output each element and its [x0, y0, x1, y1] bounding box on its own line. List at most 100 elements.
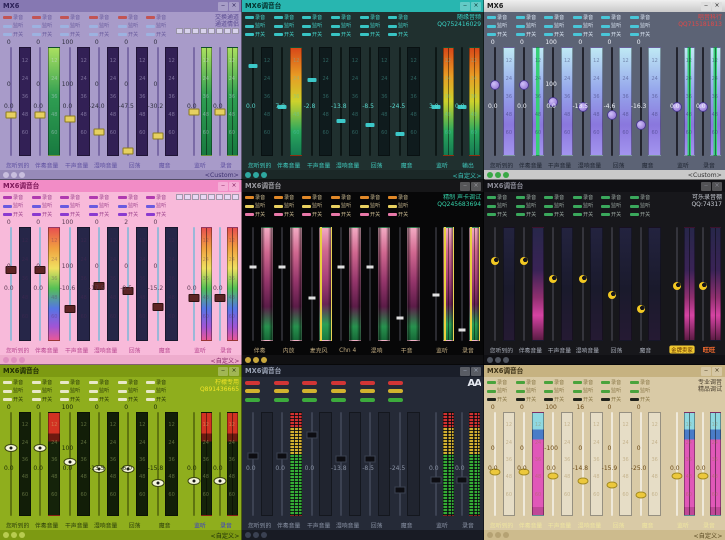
record-toggle[interactable] [146, 381, 155, 384]
power-toggle[interactable] [274, 398, 289, 402]
power-toggle[interactable] [573, 213, 582, 216]
record-toggle[interactable] [388, 16, 397, 19]
fader-track[interactable] [39, 47, 41, 156]
power-toggle[interactable] [60, 398, 69, 401]
power-toggle[interactable] [601, 398, 610, 401]
fader-handle[interactable] [214, 477, 227, 485]
fader-handle[interactable] [151, 479, 164, 487]
channel-matrix-button[interactable] [200, 194, 207, 200]
record-toggle[interactable] [573, 381, 582, 384]
power-toggle[interactable] [388, 213, 397, 216]
fader-track[interactable] [340, 227, 342, 341]
power-toggle[interactable] [544, 213, 553, 216]
status-button[interactable] [245, 172, 251, 178]
monitor-toggle[interactable] [544, 390, 553, 393]
monitor-toggle[interactable] [388, 205, 397, 208]
fader-handle[interactable] [457, 476, 468, 483]
monitor-toggle[interactable] [516, 205, 525, 208]
fader-track[interactable] [281, 412, 283, 516]
power-toggle[interactable] [302, 213, 311, 216]
channel-matrix-button[interactable] [224, 194, 231, 200]
power-toggle[interactable] [118, 33, 127, 36]
monitor-toggle[interactable] [245, 25, 254, 28]
record-toggle[interactable] [331, 381, 346, 385]
monitor-toggle[interactable] [60, 25, 69, 28]
fader-handle[interactable] [215, 294, 226, 302]
power-toggle[interactable] [516, 33, 525, 36]
power-toggle[interactable] [516, 398, 525, 401]
status-button[interactable] [261, 532, 267, 538]
record-toggle[interactable] [388, 381, 403, 385]
fader-track[interactable] [676, 227, 678, 341]
record-toggle[interactable] [32, 196, 41, 199]
fader-track[interactable] [340, 412, 342, 516]
monitor-toggle[interactable] [32, 205, 41, 208]
record-toggle[interactable] [487, 16, 496, 19]
record-toggle[interactable] [3, 196, 12, 199]
fader-track[interactable] [523, 227, 525, 341]
channel-matrix-button[interactable] [184, 28, 191, 34]
record-toggle[interactable] [118, 196, 127, 199]
fader-track[interactable] [219, 412, 221, 516]
fader-track[interactable] [399, 412, 401, 516]
monitor-toggle[interactable] [60, 205, 69, 208]
monitor-toggle[interactable] [118, 25, 127, 28]
fader-track[interactable] [640, 412, 642, 516]
fader-track[interactable] [399, 227, 401, 341]
status-button[interactable] [11, 357, 17, 363]
power-toggle[interactable] [544, 33, 553, 36]
status-button[interactable] [3, 172, 9, 178]
minimize-button[interactable]: ‒ [701, 2, 711, 11]
record-toggle[interactable] [331, 196, 340, 199]
record-toggle[interactable] [487, 381, 496, 384]
monitor-toggle[interactable] [360, 205, 369, 208]
fader-handle[interactable] [577, 477, 588, 484]
fader-handle[interactable] [337, 119, 346, 123]
monitor-toggle[interactable] [487, 205, 496, 208]
record-toggle[interactable] [118, 16, 127, 19]
channel-matrix-button[interactable] [176, 194, 183, 200]
fader-handle[interactable] [279, 265, 286, 268]
power-toggle[interactable] [89, 213, 98, 216]
monitor-toggle[interactable] [601, 25, 610, 28]
fader-track[interactable] [369, 47, 371, 156]
record-toggle[interactable] [360, 381, 375, 385]
channel-matrix-button[interactable] [208, 194, 215, 200]
power-toggle[interactable] [630, 213, 639, 216]
fader-handle[interactable] [635, 492, 646, 499]
channel-matrix-button[interactable] [232, 194, 239, 200]
power-toggle[interactable] [331, 213, 340, 216]
record-toggle[interactable] [32, 381, 41, 384]
monitor-toggle[interactable] [89, 205, 98, 208]
fader-track[interactable] [252, 47, 254, 156]
status-button[interactable] [253, 532, 259, 538]
fader-handle[interactable] [607, 110, 617, 120]
close-button[interactable]: × [229, 182, 239, 191]
fader-handle[interactable] [548, 473, 559, 480]
fader-handle[interactable] [64, 115, 75, 122]
record-toggle[interactable] [118, 381, 127, 384]
fader-handle[interactable] [306, 431, 317, 438]
record-toggle[interactable] [3, 381, 12, 384]
power-toggle[interactable] [274, 213, 283, 216]
fader-track[interactable] [157, 47, 159, 156]
close-button[interactable]: × [471, 367, 481, 376]
power-toggle[interactable] [274, 33, 283, 36]
fader-handle[interactable] [367, 265, 374, 268]
power-toggle[interactable] [146, 33, 155, 36]
monitor-toggle[interactable] [89, 390, 98, 393]
fader-handle[interactable] [5, 444, 18, 452]
fader-handle[interactable] [34, 444, 47, 452]
monitor-toggle[interactable] [388, 25, 397, 28]
fader-handle[interactable] [699, 282, 707, 290]
fader-track[interactable] [39, 227, 41, 341]
power-toggle[interactable] [302, 33, 311, 36]
close-button[interactable]: × [229, 367, 239, 376]
fader-handle[interactable] [637, 305, 645, 313]
status-button[interactable] [11, 532, 17, 538]
status-button[interactable] [487, 357, 493, 363]
preset-selector[interactable]: <自定义> [452, 170, 481, 180]
record-toggle[interactable] [360, 196, 369, 199]
record-toggle[interactable] [3, 16, 12, 19]
fader-handle[interactable] [608, 291, 616, 299]
